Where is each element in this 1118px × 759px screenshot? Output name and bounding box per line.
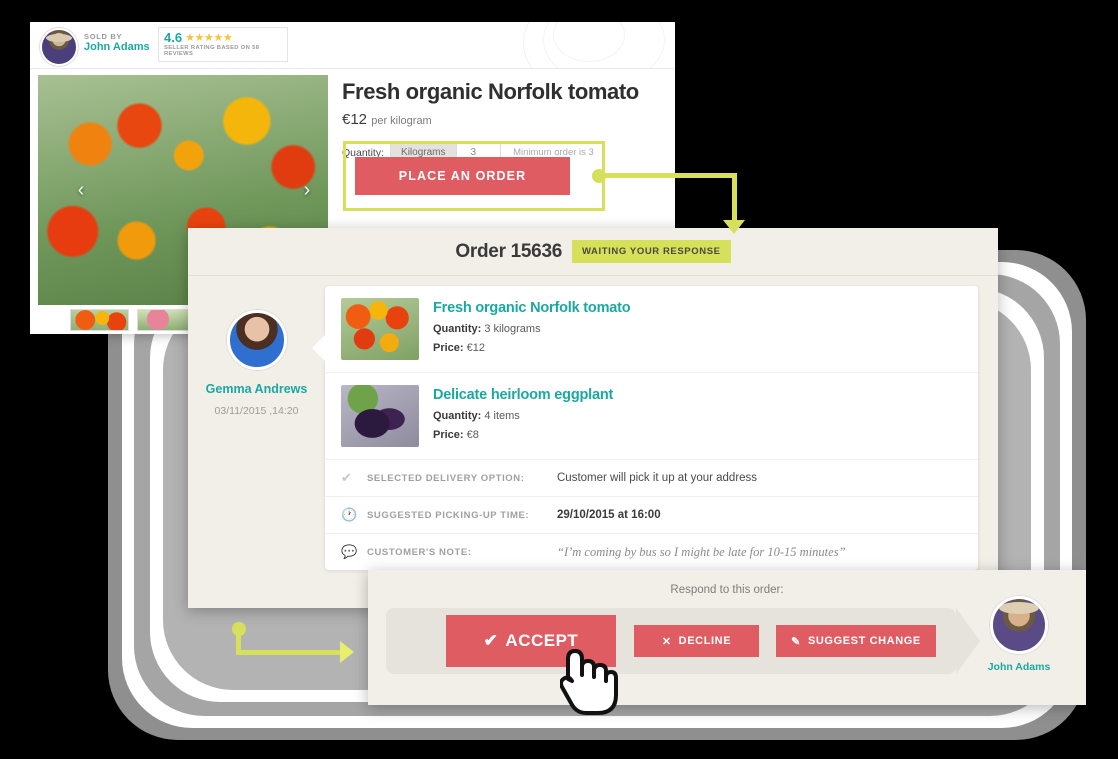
item-quantity-value: 4 items [484,410,520,422]
customer-avatar [226,310,287,370]
item-price-value: €8 [466,429,479,441]
order-details-card: Fresh organic Norfolk tomato Quantity: 3… [325,286,978,570]
check-icon: ✔ [341,470,352,485]
price-unit: per kilogram [371,115,432,127]
rating-subtitle: SELLER RATING BASED ON 58 REVIEWS [164,45,260,57]
customer-note-value: “I’m coming by bus so I might be late fo… [557,544,846,559]
item-price: Price: €12 [433,342,630,354]
order-item-row: Delicate heirloom eggplant Quantity: 4 i… [325,373,978,460]
item-price-value: €12 [466,342,485,354]
customer-column: Gemma Andrews 03/11/2015 ,14:20 [188,276,325,570]
gallery-prev-icon[interactable]: ‹ [68,177,94,203]
item-quantity: Quantity: 3 kilograms [433,323,630,335]
connector-arrow-right [340,641,354,663]
delivery-option-label: SELECTED DELIVERY OPTION: [367,472,525,484]
seller-avatar [40,28,78,66]
price-value: €12 [342,111,368,128]
decline-button[interactable]: ✕ DECLINE [634,625,759,657]
pencil-icon: ✎ [791,635,801,648]
speech-notch-icon [312,334,326,362]
customer-note-label: CUSTOMER'S NOTE: [367,546,472,558]
order-header: Order 15636 WAITING YOUR RESPONSE [188,228,998,276]
comment-icon: 💬 [341,544,358,559]
picking-time-label: SUGGESTED PICKING-UP TIME: [367,509,530,521]
order-date: 03/11/2015 ,14:20 [214,405,299,417]
customer-note-row: 💬 CUSTOMER'S NOTE: “I’m coming by bus so… [325,534,978,570]
order-title: Order 15636 [455,240,562,262]
thumbnail[interactable] [70,309,129,331]
item-quantity: Quantity: 4 items [433,410,613,422]
connector-line-v-top [732,173,737,221]
clock-icon: 🕐 [341,507,358,522]
sold-by-label: SOLD BY [84,32,123,41]
order-panel: Order 15636 WAITING YOUR RESPONSE Gemma … [188,228,998,608]
rating-stars-icon: ★★★★★ [185,32,233,44]
seller-rating-box: 4.6 ★★★★★ SELLER RATING BASED ON 58 REVI… [158,27,288,62]
item-name[interactable]: Delicate heirloom eggplant [433,387,613,403]
connector-line-h-top [599,173,737,178]
customer-name[interactable]: Gemma Andrews [188,382,325,396]
status-badge: WAITING YOUR RESPONSE [571,240,731,263]
seller-bar: SOLD BY John Adams 4.6 ★★★★★ SELLER RATI… [30,22,675,69]
order-item-row: Fresh organic Norfolk tomato Quantity: 3… [325,286,978,373]
order-body: Gemma Andrews 03/11/2015 ,14:20 Fresh or… [188,276,998,570]
check-icon: ✔ [483,631,499,650]
responding-seller: John Adams [986,596,1052,673]
item-price-label: Price: [433,342,464,354]
mouse-cursor-hand-icon [560,649,618,715]
gallery-next-icon[interactable]: › [294,177,320,203]
close-icon: ✕ [661,635,672,648]
decline-label: DECLINE [678,635,732,647]
delivery-option-row: ✔ SELECTED DELIVERY OPTION: Customer wil… [325,460,978,497]
gallery-thumbnails[interactable] [70,309,196,331]
suggest-change-button[interactable]: ✎ SUGGEST CHANGE [776,625,936,657]
picking-time-row: 🕐 SUGGESTED PICKING-UP TIME: 29/10/2015 … [325,497,978,534]
place-order-highlight [343,141,605,211]
connector-line-h-bottom [236,650,342,655]
seller-avatar [990,596,1048,654]
delivery-option-value: Customer will pick it up at your address [557,472,758,484]
seller-name[interactable]: John Adams [84,41,150,55]
item-quantity-value: 3 kilograms [484,323,541,335]
item-thumbnail [341,385,419,447]
product-title: Fresh organic Norfolk tomato [342,79,639,104]
respond-button-tray: ✔ ACCEPT ✕ DECLINE ✎ SUGGEST CHANGE [386,608,980,674]
order-card-wrap: Fresh organic Norfolk tomato Quantity: 3… [312,286,978,570]
picking-time-value: 29/10/2015 at 16:00 [557,509,661,521]
item-price: Price: €8 [433,429,613,441]
screenshot-stage: SOLD BY John Adams 4.6 ★★★★★ SELLER RATI… [0,0,1118,759]
item-name[interactable]: Fresh organic Norfolk tomato [433,300,631,316]
item-quantity-label: Quantity: [433,323,482,335]
item-price-label: Price: [433,429,464,441]
connector-arrow-down [723,220,745,234]
item-quantity-label: Quantity: [433,410,482,422]
respond-panel: Respond to this order: ✔ ACCEPT ✕ DECLIN… [368,570,1086,705]
suggest-label: SUGGEST CHANGE [807,635,921,647]
seller-name[interactable]: John Adams [986,661,1052,673]
item-thumbnail [341,298,419,360]
rating-score: 4.6 [164,30,183,45]
product-price: €12 per kilogram [342,111,665,128]
respond-title: Respond to this order: [670,584,784,596]
sold-by-block: SOLD BY John Adams [84,32,150,55]
